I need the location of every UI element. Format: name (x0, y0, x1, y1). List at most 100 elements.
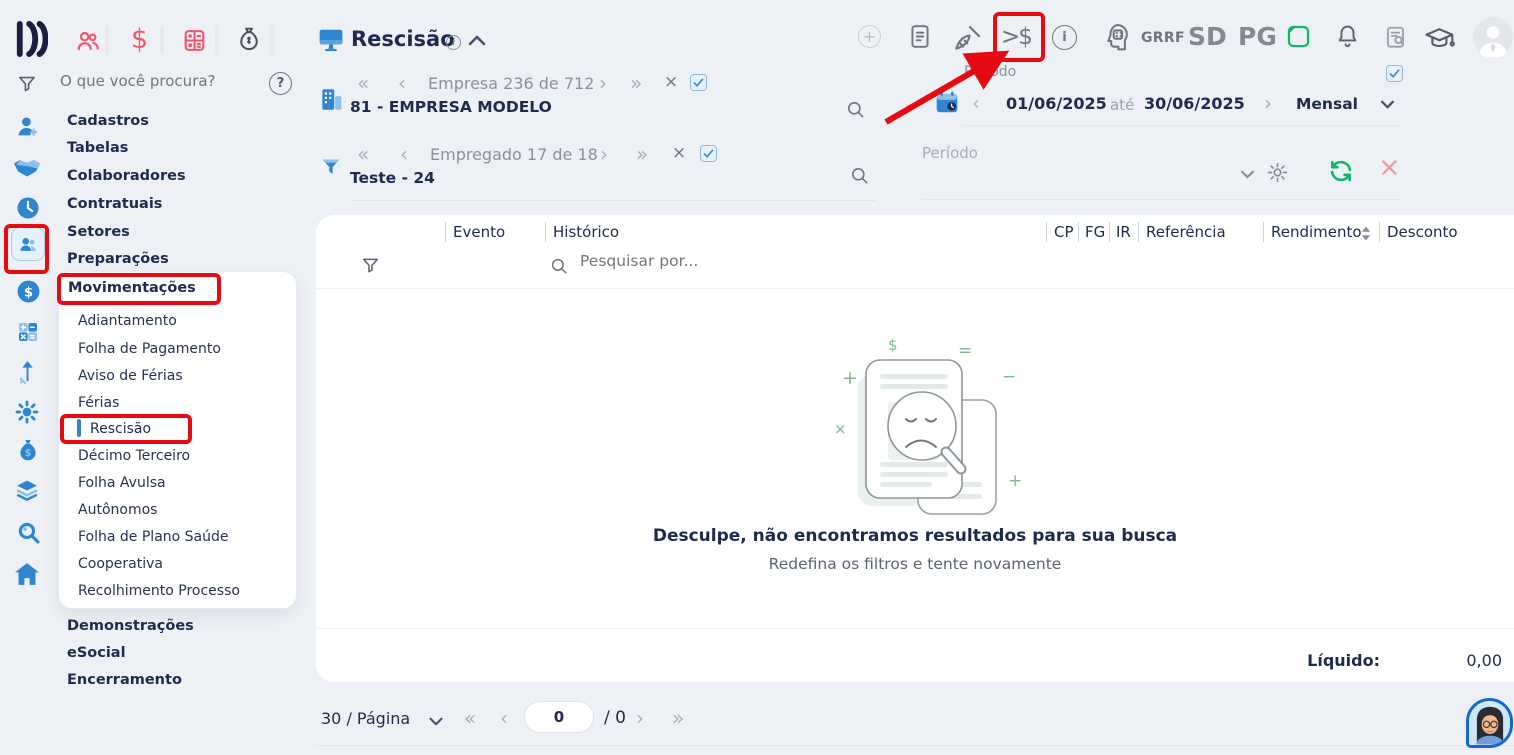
employee-prev-button[interactable]: ‹ (400, 143, 408, 166)
column-header-evento[interactable]: Evento (453, 224, 505, 241)
submenu-item-folha-plano-saude[interactable]: Folha de Plano Saúde (78, 529, 229, 545)
employee-clear-icon[interactable]: × (672, 144, 686, 164)
column-header-fg[interactable]: FG (1085, 224, 1105, 241)
company-first-button[interactable]: « (357, 72, 369, 95)
sidebar-search-input[interactable] (58, 72, 257, 91)
sidebar-item-setores[interactable]: Setores (67, 224, 130, 241)
table-search-input[interactable] (578, 252, 902, 272)
search-module-icon[interactable] (16, 520, 41, 545)
filter-icon[interactable] (17, 74, 37, 93)
sidebar-item-cadastros[interactable]: Cadastros (67, 113, 149, 130)
moneybag-shortcut-icon[interactable] (236, 26, 262, 54)
period-clear-icon[interactable]: × (1378, 152, 1401, 183)
period-end-date[interactable]: 30/06/2025 (1144, 95, 1245, 113)
per-page-chevron-down-icon[interactable] (428, 716, 444, 727)
document-icon[interactable] (907, 23, 933, 50)
submenu-item-ferias[interactable]: Férias (78, 395, 119, 411)
submenu-item-cooperativa[interactable]: Cooperativa (78, 556, 163, 572)
notifications-bell-icon[interactable] (1335, 24, 1360, 51)
submenu-item-autonomos[interactable]: Autônomos (78, 502, 157, 518)
sidebar-item-encerramento[interactable]: Encerramento (67, 672, 182, 689)
settings-module-icon[interactable] (14, 399, 40, 425)
sidebar-item-preparacoes[interactable]: Preparações (67, 251, 169, 268)
page-next-button[interactable]: › (636, 707, 644, 730)
page-prev-button[interactable]: ‹ (500, 707, 508, 730)
page-first-button[interactable]: « (464, 707, 476, 730)
period-filter-chevron-down-icon[interactable] (1240, 169, 1255, 180)
pg-button[interactable]: PG (1238, 23, 1277, 52)
submenu-item-folha-avulsa[interactable]: Folha Avulsa (78, 475, 166, 491)
company-clear-icon[interactable]: × (664, 73, 678, 93)
sd-button[interactable]: SD (1188, 23, 1227, 52)
employee-checkbox[interactable] (700, 145, 717, 162)
head-calculator-icon[interactable] (1100, 22, 1131, 53)
period-next-button[interactable]: › (1264, 92, 1272, 115)
info-icon[interactable]: i (1052, 25, 1077, 50)
submenu-item-folha-de-pagamento[interactable]: Folha de Pagamento (78, 341, 221, 357)
company-search-icon[interactable] (846, 100, 865, 119)
period-checkbox[interactable] (1386, 65, 1403, 82)
sidebar-item-demonstracoes[interactable]: Demonstrações (67, 618, 194, 635)
company-name[interactable]: 81 - EMPRESA MODELO (350, 99, 552, 117)
sidebar-item-movimentacoes[interactable]: Movimentações (68, 280, 196, 297)
layers-module-icon[interactable] (14, 478, 40, 503)
grrf-button[interactable]: GRRF (1141, 30, 1185, 46)
submenu-item-rescisao[interactable]: Rescisão (90, 421, 151, 437)
add-icon[interactable]: + (858, 25, 881, 48)
user-avatar[interactable] (1473, 17, 1513, 57)
table-filter-icon[interactable] (361, 256, 380, 274)
assistant-avatar[interactable] (1466, 698, 1513, 748)
column-header-rendimento[interactable]: Rendimento (1271, 224, 1362, 241)
clock-icon[interactable] (16, 196, 40, 220)
sidebar-item-tabelas[interactable]: Tabelas (67, 140, 128, 157)
broom-icon[interactable] (951, 24, 982, 53)
green-note-icon[interactable] (1285, 23, 1312, 50)
app-logo-icon[interactable] (16, 21, 48, 57)
page-number-input[interactable] (532, 707, 586, 727)
graduation-cap-icon[interactable] (1424, 25, 1456, 53)
payments-module-icon[interactable]: $ (16, 279, 41, 304)
title-info-icon[interactable]: i (446, 35, 461, 50)
column-header-historico[interactable]: Histórico (553, 224, 619, 241)
submenu-item-recolhimento-processo[interactable]: Recolhimento Processo (78, 583, 240, 599)
sidebar-item-colaboradores[interactable]: Colaboradores (67, 168, 186, 185)
promotion-arrow-icon[interactable] (16, 359, 39, 384)
people-shortcut-icon[interactable] (75, 28, 101, 54)
period-filter-placeholder[interactable]: Período (922, 145, 978, 162)
handshake-icon[interactable] (13, 157, 41, 179)
company-checkbox[interactable] (690, 74, 707, 91)
submenu-item-aviso-de-ferias[interactable]: Aviso de Férias (78, 368, 183, 384)
period-mode-select[interactable]: Mensal (1296, 96, 1358, 114)
column-header-cp[interactable]: CP (1054, 224, 1074, 241)
calculator-shortcut-icon[interactable] (182, 28, 207, 53)
page-last-button[interactable]: » (672, 707, 684, 730)
money-transfer-icon[interactable]: >$ (1001, 24, 1031, 50)
payroll-shortcut-icon[interactable]: $ (131, 24, 148, 55)
column-header-ir[interactable]: IR (1116, 224, 1131, 241)
sidebar-item-esocial[interactable]: eSocial (67, 645, 126, 662)
employee-first-button[interactable]: « (357, 143, 369, 166)
registrations-icon[interactable] (16, 114, 41, 139)
calculation-module-icon[interactable] (16, 320, 40, 344)
company-next-button[interactable]: › (599, 72, 607, 95)
company-prev-button[interactable]: ‹ (398, 72, 406, 95)
sort-icon[interactable] (1360, 226, 1372, 241)
document-search-icon[interactable] (1383, 24, 1409, 51)
home-icon[interactable] (14, 562, 40, 586)
column-header-referencia[interactable]: Referência (1146, 224, 1226, 241)
column-header-desconto[interactable]: Desconto (1387, 224, 1458, 241)
collaborators-module-icon[interactable] (11, 227, 45, 261)
submenu-item-decimo-terceiro[interactable]: Décimo Terceiro (78, 448, 190, 464)
employee-last-button[interactable]: » (636, 143, 648, 166)
moneybag-module-icon[interactable]: $ (16, 438, 40, 464)
period-mode-chevron-down-icon[interactable] (1380, 99, 1395, 110)
company-last-button[interactable]: » (630, 72, 642, 95)
period-settings-gear-icon[interactable] (1266, 161, 1289, 184)
employee-search-icon[interactable] (850, 166, 869, 185)
per-page-select[interactable]: 30 / Página (321, 710, 410, 728)
submenu-item-adiantamento[interactable]: Adiantamento (78, 313, 177, 329)
employee-next-button[interactable]: › (600, 143, 608, 166)
period-start-date[interactable]: 01/06/2025 (1006, 95, 1107, 113)
employee-name[interactable]: Teste - 24 (350, 170, 435, 188)
help-icon[interactable]: ? (269, 72, 292, 95)
